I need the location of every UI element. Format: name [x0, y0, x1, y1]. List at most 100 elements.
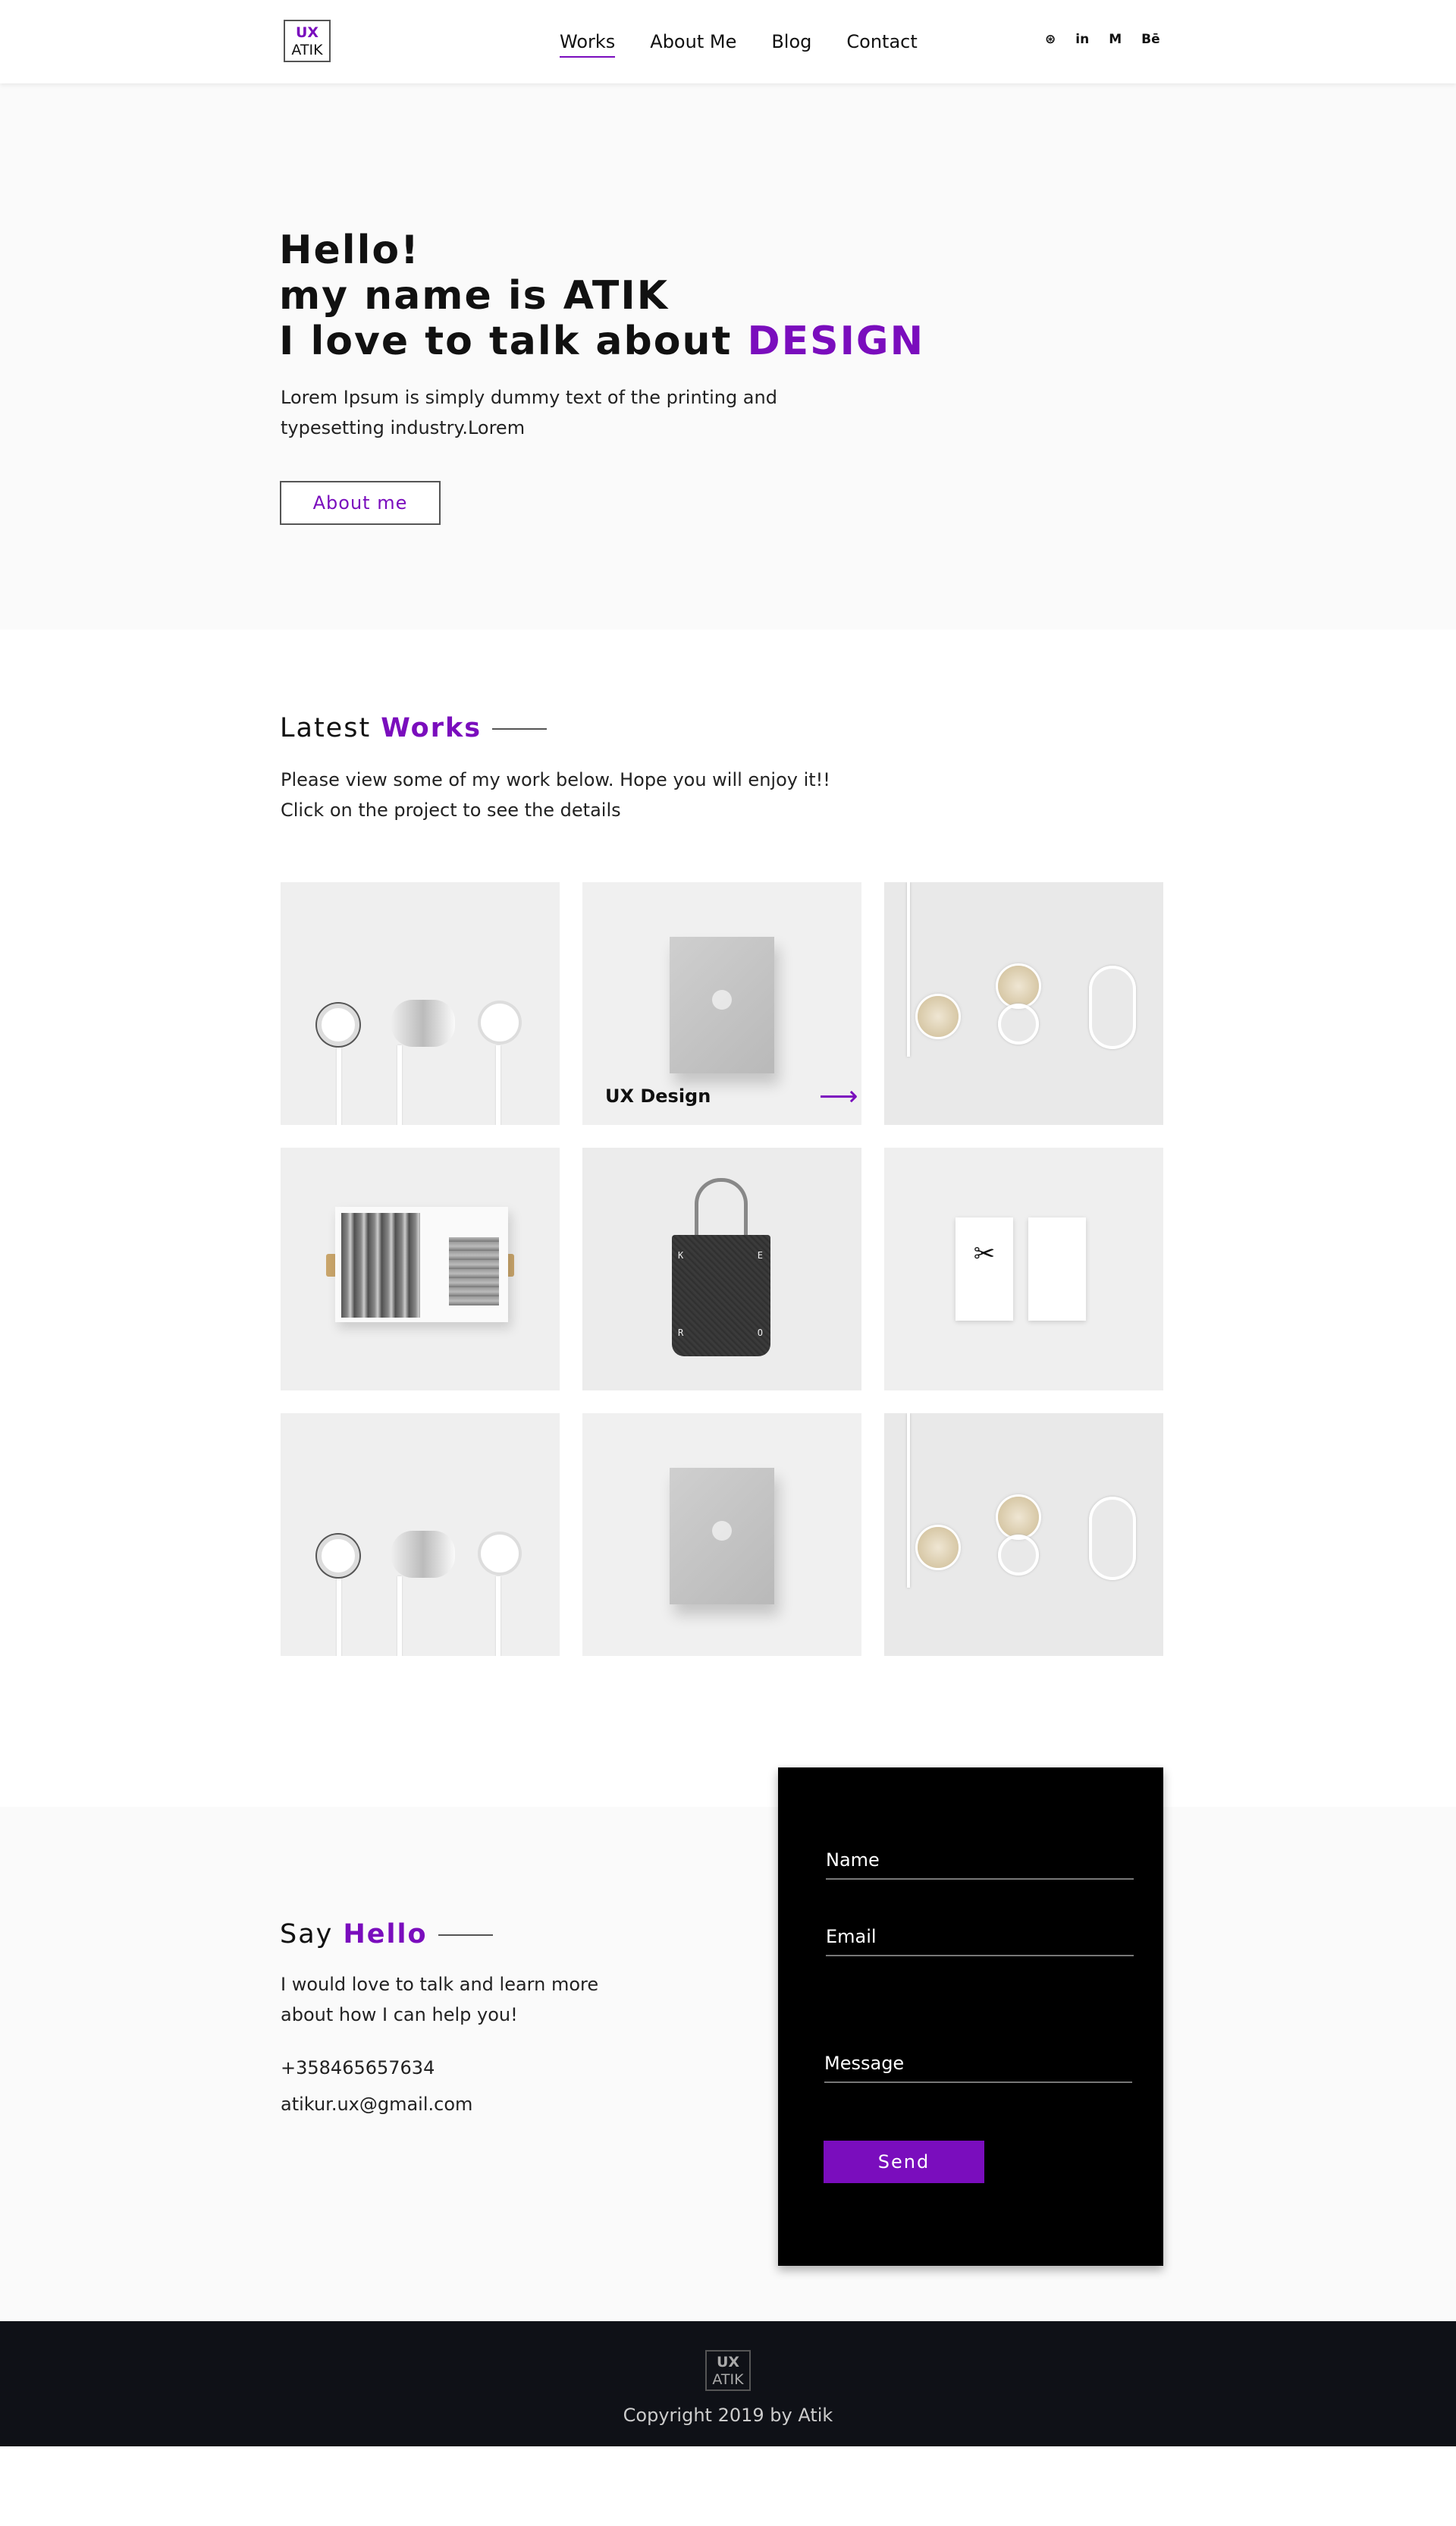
logo-top-text: UX — [295, 24, 319, 41]
work-tile[interactable] — [281, 1148, 560, 1390]
ring-rail — [907, 882, 910, 1057]
bag-letter: R — [678, 1327, 684, 1338]
name-input[interactable] — [826, 1849, 1134, 1871]
works-intro: Please view some of my work below. Hope … — [281, 765, 963, 825]
contact-title-accent: Hello — [343, 1919, 428, 1949]
about-me-button[interactable]: About me — [280, 481, 441, 525]
earphone-image — [317, 1004, 359, 1046]
linkedin-icon[interactable]: in — [1075, 32, 1089, 47]
hero-line3: I love to talk about — [279, 319, 748, 364]
bag-letter: K — [678, 1250, 684, 1261]
ring-image — [1089, 966, 1136, 1049]
earphone-cord — [496, 1576, 500, 1656]
top-nav: UX ATIK Works About Me Blog Contact ⊛ in… — [0, 0, 1456, 83]
send-button[interactable]: Send — [824, 2141, 984, 2183]
nav-works[interactable]: Works — [560, 30, 616, 58]
earphone-cord — [496, 1045, 500, 1125]
tote-bag-image: K E R O — [672, 1235, 770, 1356]
contact-phone[interactable]: +358465657634 — [281, 2057, 435, 2078]
book-logo — [712, 990, 732, 1010]
magazine-image — [335, 1207, 508, 1322]
coin-image — [998, 1497, 1039, 1538]
contact-band — [0, 1807, 1456, 2370]
email-input[interactable] — [826, 1926, 1134, 1947]
work-tile[interactable]: ✂ — [884, 1148, 1163, 1390]
message-field — [824, 2053, 1132, 2083]
book-image — [670, 937, 774, 1073]
earphone-image — [317, 1535, 359, 1577]
contact-message: I would love to talk and learn more abou… — [281, 1974, 599, 2025]
work-caption: UX Design — [605, 1085, 711, 1107]
arrow-right-icon[interactable]: ⟶ — [819, 1081, 858, 1112]
scissors-icon: ✂ — [973, 1239, 996, 1269]
ring-rail — [907, 1413, 910, 1588]
copyright-text: Copyright 2019 by Atik — [623, 2405, 833, 2426]
book-logo — [712, 1521, 732, 1541]
footer: UX ATIK Copyright 2019 by Atik — [0, 2321, 1456, 2446]
work-tile[interactable] — [582, 1413, 861, 1656]
hero-text: Lorem Ipsum is simply dummy text of the … — [281, 387, 777, 438]
building-photo — [449, 1237, 499, 1305]
title-rule — [492, 728, 548, 730]
logo-bottom-text: ATIK — [291, 42, 323, 58]
coin-image — [998, 966, 1039, 1007]
name-field — [826, 1849, 1134, 1880]
works-intro-line1: Please view some of my work below. Hope … — [281, 769, 830, 790]
coin-image — [918, 1527, 959, 1568]
works-intro-line2: Click on the project to see the details — [281, 800, 621, 821]
email-field — [826, 1926, 1134, 1956]
ring-image — [998, 1004, 1039, 1045]
main-menu: Works About Me Blog Contact — [560, 30, 952, 58]
earphone-cord — [397, 1576, 402, 1656]
ring-image — [1089, 1497, 1136, 1580]
nav-blog[interactable]: Blog — [771, 30, 811, 53]
hero-heading: Hello! my name is ATIK I love to talk ab… — [279, 228, 924, 364]
earphone-image — [481, 1004, 519, 1042]
work-tile[interactable] — [281, 882, 560, 1125]
earphone-cord — [397, 1045, 402, 1125]
nav-about-me[interactable]: About Me — [650, 30, 736, 53]
work-tile[interactable] — [281, 1413, 560, 1656]
medium-icon[interactable]: M — [1109, 32, 1122, 47]
contact-title: Say Hello — [280, 1919, 493, 1949]
footer-logo-top: UX — [716, 2354, 740, 2370]
hero-line2: my name is ATIK — [279, 273, 670, 319]
message-input[interactable] — [824, 2053, 1132, 2080]
hero-line1: Hello! — [279, 228, 420, 273]
works-title-prefix: Latest — [280, 713, 381, 743]
bag-letter: E — [757, 1250, 763, 1261]
contact-form: Send — [778, 1767, 1163, 2266]
building-photo — [341, 1213, 420, 1318]
contact-email[interactable]: atikur.ux@gmail.com — [281, 2094, 472, 2115]
github-icon[interactable]: ⊛ — [1045, 32, 1056, 47]
nav-contact[interactable]: Contact — [846, 30, 917, 53]
works-title-accent: Works — [381, 713, 482, 743]
work-tile[interactable] — [884, 882, 1163, 1125]
coin-image — [918, 996, 959, 1037]
hero-accent: DESIGN — [747, 319, 925, 364]
footer-logo-bottom: ATIK — [712, 2371, 744, 2388]
work-tile-ux-design[interactable]: UX Design ⟶ — [582, 882, 861, 1125]
behance-icon[interactable]: Bē — [1141, 32, 1160, 47]
work-tile[interactable] — [884, 1413, 1163, 1656]
business-card-image: ✂ — [956, 1217, 1013, 1321]
earphone-image — [481, 1535, 519, 1572]
earphone-image — [391, 1000, 455, 1047]
works-grid: UX Design ⟶ K E R O ✂ — [281, 882, 1163, 1656]
works-title: Latest Works — [280, 713, 548, 743]
title-rule — [438, 1934, 493, 1936]
logo[interactable]: UX ATIK — [284, 20, 331, 62]
works-section: Latest Works Please view some of my work… — [0, 630, 1456, 1767]
book-image — [670, 1468, 774, 1604]
work-tile[interactable]: K E R O — [582, 1148, 861, 1390]
earphone-image — [391, 1531, 455, 1578]
ring-image — [998, 1535, 1039, 1576]
social-links: ⊛ in M Bē — [1045, 32, 1180, 47]
earphone-cord — [337, 1045, 341, 1125]
hero-section: Hello! my name is ATIK I love to talk ab… — [0, 83, 1456, 630]
bag-letter: O — [757, 1327, 763, 1338]
business-card-image — [1028, 1217, 1086, 1321]
earphone-cord — [337, 1576, 341, 1656]
footer-logo[interactable]: UX ATIK — [705, 2350, 751, 2391]
contact-title-prefix: Say — [280, 1919, 344, 1949]
